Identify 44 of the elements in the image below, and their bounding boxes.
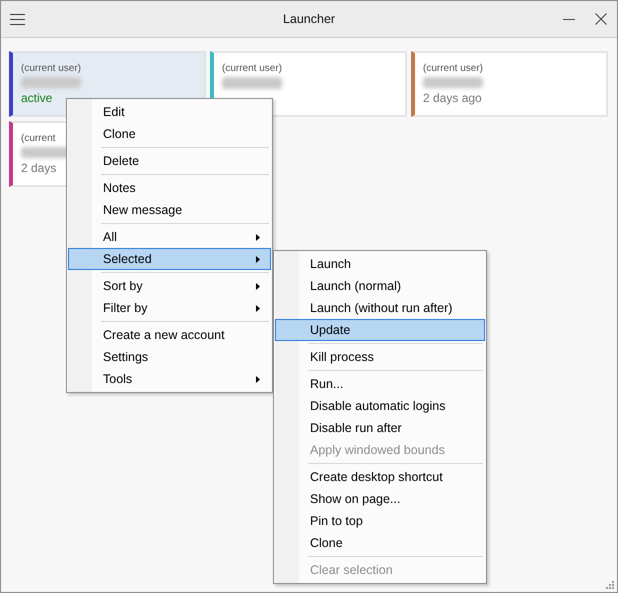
menu-item[interactable]: Sort by: [68, 275, 271, 297]
resize-grip-icon[interactable]: [606, 581, 614, 589]
account-card[interactable]: (current user): [210, 51, 407, 117]
account-caption: (current user): [222, 63, 282, 74]
account-status: 2 days: [21, 161, 56, 175]
account-status: 2 days ago: [423, 91, 482, 105]
account-caption: (current user): [423, 63, 484, 74]
blurred-name: [222, 77, 282, 89]
menu-item[interactable]: Clone: [68, 123, 271, 145]
account-status: active: [21, 91, 52, 105]
menu-item[interactable]: Pin to top: [275, 510, 485, 532]
menu-item[interactable]: Update: [275, 319, 485, 341]
menu-item[interactable]: Settings: [68, 346, 271, 368]
submenu-arrow-icon: [256, 256, 260, 262]
blurred-name: [21, 77, 81, 88]
account-caption: (current user): [21, 63, 82, 74]
window-title: Launcher: [282, 12, 336, 26]
menu-item[interactable]: Selected: [68, 248, 271, 270]
menu-item[interactable]: Tools: [68, 368, 271, 390]
blurred-name: [423, 77, 483, 88]
menu-item[interactable]: Kill process: [275, 346, 485, 368]
menu-item[interactable]: Launch (normal): [275, 275, 485, 297]
menu-item[interactable]: Create desktop shortcut: [275, 466, 485, 488]
menu-item[interactable]: Launch: [275, 253, 485, 275]
menu-item[interactable]: Disable automatic logins: [275, 395, 485, 417]
submenu-arrow-icon: [256, 304, 260, 312]
close-icon[interactable]: [595, 13, 607, 25]
menu-item[interactable]: Run...: [275, 373, 485, 395]
menu-item[interactable]: Clone: [275, 532, 485, 554]
account-card[interactable]: (current user) 2 days ago: [411, 51, 608, 117]
menu-item[interactable]: Disable run after: [275, 417, 485, 439]
submenu-arrow-icon: [256, 234, 260, 240]
menu-item[interactable]: Delete: [68, 150, 271, 172]
menu-item[interactable]: Filter by: [68, 297, 271, 319]
menu-item[interactable]: All: [68, 226, 271, 248]
menu-icon[interactable]: [10, 14, 25, 24]
submenu-arrow-icon: [256, 376, 260, 382]
submenu-arrow-icon: [256, 282, 260, 290]
account-caption: (current: [21, 133, 56, 144]
menu-item[interactable]: Show on page...: [275, 488, 485, 510]
menu-item[interactable]: Launch (without run after): [275, 297, 485, 319]
menu-item[interactable]: Create a new account: [68, 324, 271, 346]
menu-item[interactable]: Notes: [68, 177, 271, 199]
menu-item[interactable]: New message: [68, 199, 271, 221]
